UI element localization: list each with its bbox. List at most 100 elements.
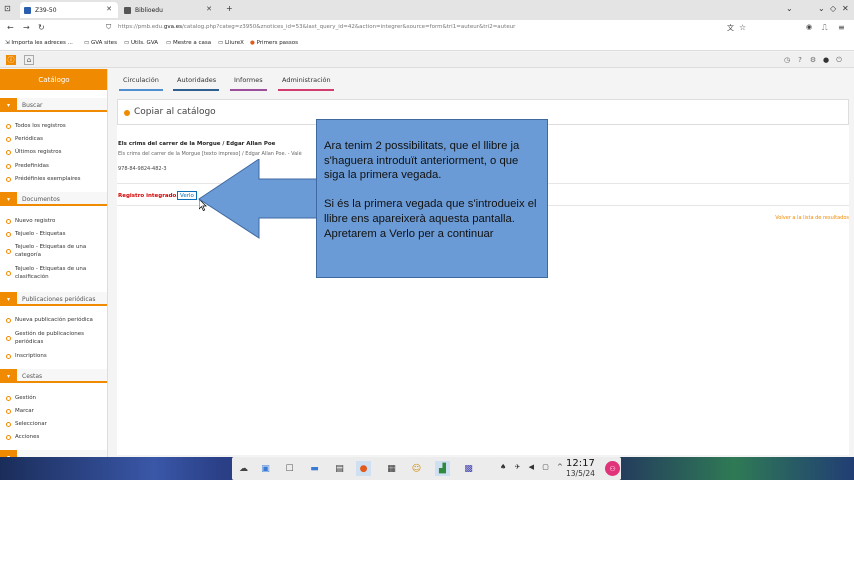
tab-autoridades[interactable]: Autoridades <box>177 76 216 84</box>
sidebar-item-tejuelo-categoria[interactable]: Tejuelo - Etiquetas de una categoría <box>6 243 106 259</box>
reload-icon[interactable]: ↻ <box>38 23 45 32</box>
sidebar-item-label: Últimos registros <box>15 149 62 155</box>
sidebar-item-predefinidas[interactable]: Predefinidas <box>6 162 106 170</box>
verlo-button[interactable]: Verlo <box>177 191 197 200</box>
url-field[interactable]: https://pmb.edu.gva.es/catalog.php?categ… <box>118 24 515 30</box>
bookmark-folder-lliurex[interactable]: ▭ LliureX <box>218 40 244 46</box>
tab-informes[interactable]: Informes <box>234 76 263 84</box>
sidebar-item-acciones[interactable]: Acciones <box>6 433 106 441</box>
page-title: Copiar al catálogo <box>134 107 216 117</box>
calculator-icon[interactable]: ▦ <box>384 461 399 476</box>
firefox-icon: ● <box>250 40 255 46</box>
collapse-icon[interactable]: ▾ <box>0 292 17 306</box>
power-icon[interactable]: ⏻ <box>834 55 844 65</box>
sidebar-item-ultimos[interactable]: Últimos registros <box>6 148 106 156</box>
bullet-icon <box>6 335 11 341</box>
sidebar-item-label: Gestión de publicaciones periódicas <box>15 331 84 345</box>
tab-circulacion[interactable]: Circulación <box>123 76 159 84</box>
sidebar-item-gestion[interactable]: Gestión <box>6 394 106 402</box>
file-manager-icon[interactable]: ▣ <box>258 461 273 476</box>
screenshot-icon[interactable]: ▩ <box>461 461 476 476</box>
sidebar-item-tejuelo-clasificacion[interactable]: Tejuelo - Etiquetas de una clasificación <box>6 265 106 281</box>
sidebar-section-documentos[interactable]: ▾ Documentos <box>0 192 107 206</box>
sidebar-item-gestion-publicaciones[interactable]: Gestión de publicaciones periódicas <box>6 330 106 346</box>
tab-administracion[interactable]: Administración <box>282 76 331 84</box>
bullet-icon <box>6 395 11 401</box>
info-icon[interactable]: ⓘ <box>6 55 16 65</box>
clock-date[interactable]: 13/5/24 <box>566 469 595 478</box>
app-menu-icon[interactable]: ☁ <box>236 461 251 476</box>
page-favicon-icon <box>124 6 131 14</box>
sidebar-item-nueva-publicacion[interactable]: Nueva publicación periódica <box>6 316 106 324</box>
new-tab-button[interactable]: + <box>226 4 233 13</box>
sidebar-section-more[interactable]: ▾ <box>0 450 107 457</box>
menu-icon[interactable]: ≡ <box>838 23 845 32</box>
history-icon[interactable]: ◷ <box>782 55 792 65</box>
close-tab-icon[interactable]: ✕ <box>206 5 212 13</box>
tab-z3950[interactable]: Z39-50 ✕ <box>20 2 118 18</box>
sidebar-item-label: Todos los registros <box>15 123 66 129</box>
collapse-icon[interactable]: ▾ <box>0 450 17 457</box>
user-avatar-icon[interactable]: ⚇ <box>605 461 620 476</box>
sidebar-item-label: Tejuelo - Etiquetas de una clasificación <box>15 266 87 280</box>
sidebar-item-marcar[interactable]: Marcar <box>6 407 106 415</box>
sidebar-section-cestas[interactable]: ▾ Cestas <box>0 369 107 383</box>
sidebar-header[interactable]: Catálogo <box>0 69 107 90</box>
bullet-icon <box>6 408 11 414</box>
annotation-paragraph-1: Ara tenim 2 possibilitats, que el llibre… <box>324 140 520 182</box>
globe-icon[interactable]: ● <box>821 55 831 65</box>
window-close-icon[interactable]: ✕ <box>842 4 849 13</box>
extensions-icon[interactable]: ⎍ <box>822 23 828 33</box>
help-icon[interactable]: ? <box>795 55 805 65</box>
sidebar-item-todos[interactable]: Todos los registros <box>6 122 106 130</box>
record-detail: Els crims del carrer de la Morgue [texto… <box>118 151 302 157</box>
firefox-taskbar-icon[interactable]: ● <box>356 461 371 476</box>
back-to-results-link[interactable]: Volver a la lista de resultados <box>775 215 849 221</box>
sidebar-item-inscriptions[interactable]: Inscriptions <box>6 352 106 360</box>
system-tray[interactable]: ♠ ✈ ◀ ▢ ^ <box>500 463 566 471</box>
bookmark-import[interactable]: ⇲ Importa les adreces ... <box>5 40 73 46</box>
close-tab-icon[interactable]: ✕ <box>106 5 112 13</box>
tab-overview-icon[interactable]: ⊡ <box>4 4 11 13</box>
account-icon[interactable]: ◉ <box>806 23 812 31</box>
desktop-icon[interactable]: ☐ <box>282 461 297 476</box>
window-maximize-icon[interactable]: ◇ <box>830 4 836 13</box>
assistant-icon[interactable]: ☺ <box>409 461 424 476</box>
sidebar-item-label: Tejuelo - Etiquetas <box>15 231 66 237</box>
bookmark-primers-passos[interactable]: ● Primers passos <box>250 40 298 46</box>
sidebar-item-seleccionar[interactable]: Seleccionar <box>6 420 106 428</box>
bookmark-folder-utils[interactable]: ▭ Utils. GVA <box>124 40 158 46</box>
folder-icon[interactable]: ▬ <box>307 461 322 476</box>
collapse-icon[interactable]: ▾ <box>0 369 17 383</box>
forward-icon[interactable]: → <box>23 23 30 32</box>
home-icon[interactable]: ⌂ <box>24 55 34 65</box>
terminal-icon[interactable]: ▤ <box>332 461 347 476</box>
collapse-icon[interactable]: ▾ <box>0 98 17 112</box>
sidebar-item-nuevo-registro[interactable]: Nuevo registro <box>6 217 106 225</box>
translate-icon[interactable]: 文 <box>727 23 734 33</box>
record-title[interactable]: Els crims del carrer de la Morgue / Edga… <box>118 141 275 147</box>
sidebar-section-publicaciones[interactable]: ▾ Publicaciones periódicas <box>0 292 107 306</box>
tab-biblioedu[interactable]: Biblioedu ✕ <box>120 2 218 18</box>
bookmark-star-icon[interactable]: ☆ <box>739 23 746 32</box>
settings-icon[interactable]: ⚙ <box>808 55 818 65</box>
back-icon[interactable]: ← <box>7 23 14 32</box>
collapse-icon[interactable]: ▾ <box>0 192 17 206</box>
window-minimize-icon[interactable]: ⌄ <box>818 4 825 13</box>
tab-list-icon[interactable]: ⌄ <box>786 4 793 13</box>
shield-icon[interactable]: ⛉ <box>106 23 111 32</box>
sidebar-item-tejuelo[interactable]: Tejuelo - Etiquetas <box>6 230 106 238</box>
bullet-icon <box>6 317 11 323</box>
sidebar-section-buscar[interactable]: ▾ Buscar <box>0 98 107 112</box>
bookmark-folder-gva-sites[interactable]: ▭ GVA sites <box>84 40 117 46</box>
bookmark-label: Utils. GVA <box>130 40 158 46</box>
bookmark-label: LliureX <box>224 40 244 46</box>
bookmark-folder-mestre[interactable]: ▭ Mestre a casa <box>166 40 211 46</box>
sidebar-section-label: Documentos <box>22 196 60 203</box>
clock-time[interactable]: 12:17 <box>566 459 595 469</box>
sidebar-item-predefinies-exemplaires[interactable]: Prédéfinies exemplaires <box>6 175 106 183</box>
sidebar-item-label: Seleccionar <box>15 421 47 427</box>
bullet-icon <box>6 218 11 224</box>
image-viewer-icon[interactable]: ▟ <box>435 461 450 476</box>
sidebar-item-periodicas[interactable]: Periódicas <box>6 135 106 143</box>
